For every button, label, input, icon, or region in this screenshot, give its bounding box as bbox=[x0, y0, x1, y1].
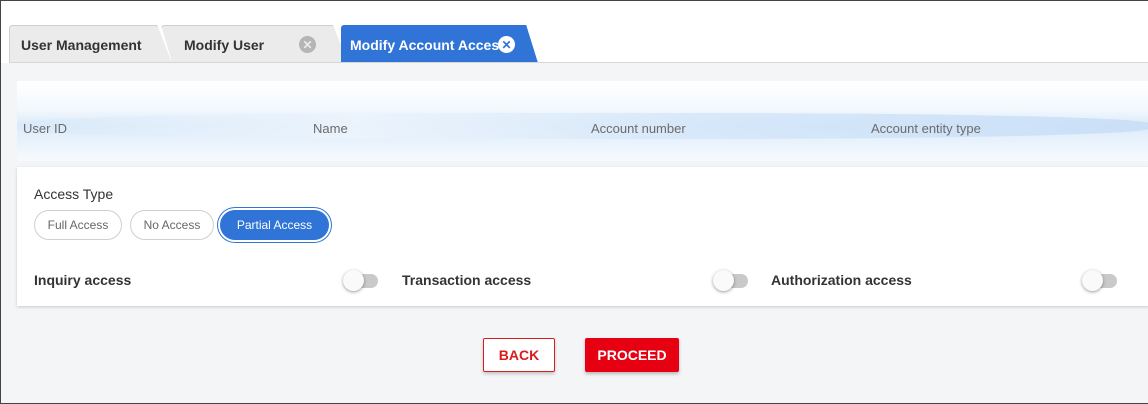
back-button[interactable]: BACK bbox=[483, 338, 555, 372]
transaction-access-label: Transaction access bbox=[402, 272, 532, 288]
tab-label: Modify Account Access bbox=[350, 36, 507, 53]
access-option-none[interactable]: No Access bbox=[130, 210, 214, 240]
tab-modify-account-access[interactable]: Modify Account Access ✕ bbox=[341, 25, 538, 63]
column-user-id: User ID bbox=[23, 121, 68, 136]
transaction-access-toggle[interactable] bbox=[713, 270, 749, 291]
tab-divider bbox=[9, 62, 1148, 63]
toggle-knob bbox=[713, 270, 734, 291]
close-icon[interactable]: ✕ bbox=[498, 36, 515, 53]
account-info-header: User ID Name Account number Account enti… bbox=[17, 81, 1148, 161]
app-frame: User Management Modify User ✕ Modify Acc… bbox=[0, 0, 1148, 404]
tab-modify-user[interactable]: Modify User ✕ bbox=[161, 25, 348, 63]
access-option-full[interactable]: Full Access bbox=[34, 210, 122, 240]
tab-bar: User Management Modify User ✕ Modify Acc… bbox=[1, 1, 1148, 63]
access-type-title: Access Type bbox=[34, 186, 114, 202]
close-icon[interactable]: ✕ bbox=[299, 36, 316, 53]
tab-label: User Management bbox=[21, 36, 142, 53]
tab-user-management[interactable]: User Management bbox=[9, 25, 172, 63]
access-option-partial[interactable]: Partial Access bbox=[220, 210, 329, 240]
authorization-access-toggle[interactable] bbox=[1082, 270, 1118, 291]
column-name: Name bbox=[313, 121, 348, 136]
column-account-entity-type: Account entity type bbox=[871, 121, 981, 136]
access-card: Access Type Full Access No Access Partia… bbox=[17, 167, 1148, 306]
tab-label: Modify User bbox=[184, 36, 265, 53]
column-account-number: Account number bbox=[591, 121, 686, 136]
inquiry-access-label: Inquiry access bbox=[34, 272, 132, 288]
proceed-button[interactable]: PROCEED bbox=[585, 338, 679, 372]
authorization-access-label: Authorization access bbox=[771, 272, 912, 288]
toggle-knob bbox=[1082, 270, 1103, 291]
inquiry-access-toggle[interactable] bbox=[343, 270, 379, 291]
toggle-knob bbox=[343, 270, 364, 291]
